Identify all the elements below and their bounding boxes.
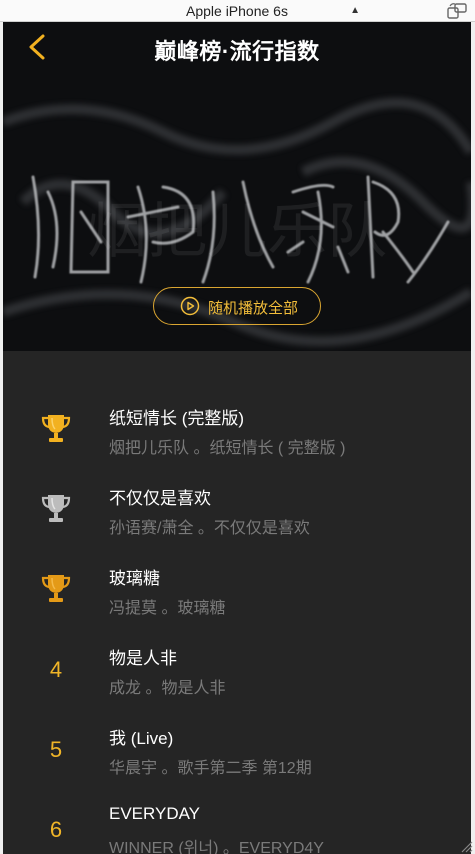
rotate-device-icon[interactable] — [446, 2, 468, 20]
song-subtitle: 华晨宇 。歌手第二季 第12期 — [109, 760, 312, 777]
song-row[interactable]: 不仅仅是喜欢 孙语赛/萧全 。不仅仅是喜欢 — [3, 471, 471, 551]
song-row[interactable]: 4 物是人非 成龙 。物是人非 — [3, 631, 471, 711]
select-arrows-icon: ▲ — [350, 5, 360, 16]
rank-badge — [33, 407, 79, 453]
song-row[interactable]: 玻璃糖 冯提莫 。玻璃糖 — [3, 551, 471, 631]
song-subtitle: 孙语赛/萧全 。不仅仅是喜欢 — [109, 520, 310, 537]
rank-badge — [33, 487, 79, 533]
song-row[interactable]: 6 EVERYDAY WINNER (위너) 。EVERYD4Y — [3, 791, 471, 854]
song-row[interactable]: 纸短情长 (完整版) 烟把儿乐队 。纸短情长 ( 完整版 ) — [3, 391, 471, 471]
play-all-label: 随机播放全部 — [208, 300, 299, 317]
silver-trophy-icon — [41, 495, 71, 522]
rank-badge: 4 — [33, 647, 79, 693]
gold-trophy-icon — [41, 415, 71, 442]
song-subtitle: 成龙 。物是人非 — [109, 680, 226, 697]
rank-badge: 5 — [33, 727, 79, 773]
song-title: 物是人非 — [109, 649, 177, 668]
device-toolbar: Apple iPhone 6s ▲ — [0, 0, 475, 22]
shuffle-play-all-button[interactable]: 随机播放全部 — [153, 287, 321, 325]
song-row[interactable]: 5 我 (Live) 华晨宇 。歌手第二季 第12期 — [3, 711, 471, 791]
device-name: Apple iPhone 6s — [186, 3, 288, 19]
song-subtitle: WINNER (위너) 。EVERYD4Y — [109, 840, 324, 854]
art-title-text: 烟把儿乐队 — [87, 199, 387, 265]
song-subtitle: 烟把儿乐队 。纸短情长 ( 完整版 ) — [109, 440, 346, 457]
song-title: 纸短情长 (完整版) — [109, 409, 245, 428]
resize-handle-icon[interactable] — [459, 839, 473, 853]
rank-number: 5 — [49, 737, 63, 762]
rank-number: 6 — [49, 817, 63, 842]
page-title: 巅峰榜·流行指数 — [154, 39, 320, 64]
song-title: EVERYDAY — [109, 804, 201, 823]
song-title: 不仅仅是喜欢 — [109, 489, 211, 508]
rank-badge: 6 — [33, 807, 79, 853]
play-circle-icon — [180, 296, 200, 316]
phone-screen: 巅峰榜·流行指数 烟把儿乐队 随机播放全部 纸短情长 (完整版) 烟把儿乐队 。… — [3, 22, 471, 854]
rank-number: 4 — [49, 657, 63, 682]
song-title: 我 (Live) — [109, 729, 174, 748]
hero-banner: 巅峰榜·流行指数 烟把儿乐队 随机播放全部 — [3, 22, 471, 351]
song-title: 玻璃糖 — [109, 569, 160, 588]
device-select[interactable]: Apple iPhone 6s ▲ — [178, 1, 368, 21]
rank-badge — [33, 567, 79, 613]
bronze-trophy-icon — [41, 575, 71, 602]
song-subtitle: 冯提莫 。玻璃糖 — [109, 600, 226, 617]
